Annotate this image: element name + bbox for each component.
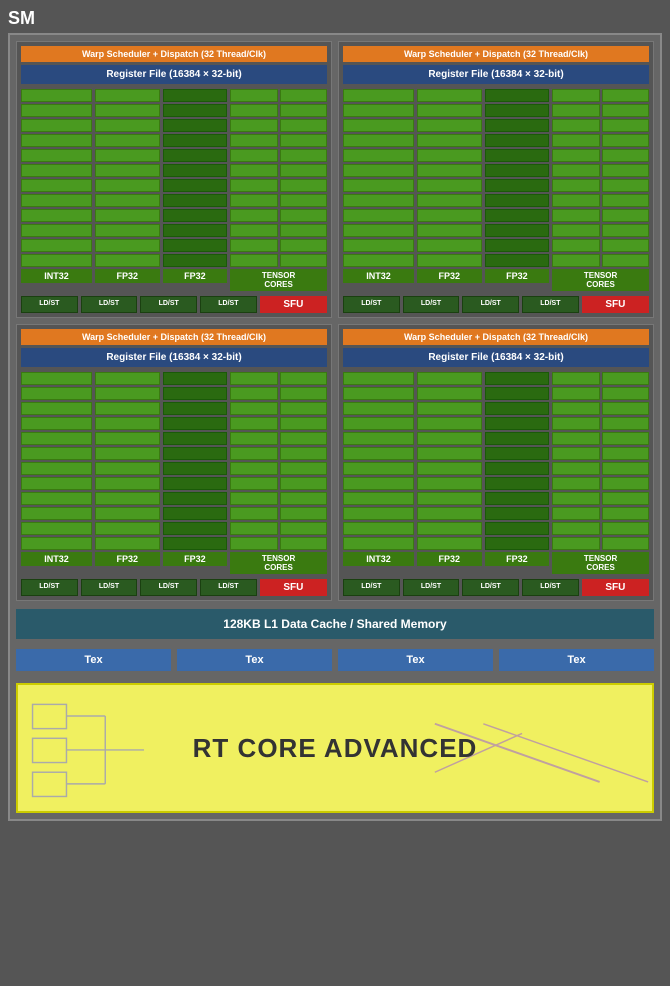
fp32-2-label-br: FP32	[485, 552, 550, 566]
tensor-label-tl: TENSOR CORES	[230, 269, 327, 291]
fp32-2-block-tr: FP32	[485, 89, 550, 291]
quadrant-top-left: Warp Scheduler + Dispatch (32 Thread/Clk…	[16, 41, 332, 318]
int32-block-tr: INT32	[343, 89, 414, 291]
register-file-tl: Register File (16384 × 32-bit)	[21, 65, 327, 84]
bottom-row-br: LD/ST LD/ST LD/ST LD/ST SFU	[343, 579, 649, 596]
warp-scheduler-tr: Warp Scheduler + Dispatch (32 Thread/Clk…	[343, 46, 649, 62]
warp-scheduler-br: Warp Scheduler + Dispatch (32 Thread/Clk…	[343, 329, 649, 345]
sm-label: SM	[8, 8, 662, 29]
fp32-1-block-br: FP32	[417, 372, 482, 574]
bottom-row-bl: LD/ST LD/ST LD/ST LD/ST SFU	[21, 579, 327, 596]
tensor-label-tr: TENSOR CORES	[552, 269, 649, 291]
int32-block-bl: INT32	[21, 372, 92, 574]
tensor-label-bl: TENSOR CORES	[230, 552, 327, 574]
fp32-2-block-tl: FP32	[163, 89, 228, 291]
bottom-row-tl: LD/ST LD/ST LD/ST LD/ST SFU	[21, 296, 327, 313]
fp32-2-label-tr: FP32	[485, 269, 550, 283]
int32-label-tr: INT32	[343, 269, 414, 283]
ldst-1-tl: LD/ST	[21, 296, 78, 313]
rt-core-section: RT CORE ADVANCED	[16, 683, 654, 813]
sfu-br: SFU	[582, 579, 649, 596]
ldst-3-br: LD/ST	[462, 579, 519, 596]
ldst-4-tl: LD/ST	[200, 296, 257, 313]
cores-area-br: INT32	[343, 372, 649, 574]
bottom-quadrant-row: Warp Scheduler + Dispatch (32 Thread/Clk…	[16, 324, 654, 601]
fp32-1-label-tl: FP32	[95, 269, 160, 283]
tensor-block-bl: TENSOR CORES	[230, 372, 327, 574]
cores-area-tl: INT32	[21, 89, 327, 291]
ldst-3-bl: LD/ST	[140, 579, 197, 596]
sfu-tl: SFU	[260, 296, 327, 313]
top-quadrant-row: Warp Scheduler + Dispatch (32 Thread/Clk…	[16, 41, 654, 318]
fp32-2-block-br: FP32	[485, 372, 550, 574]
tensor-label-br: TENSOR CORES	[552, 552, 649, 574]
fp32-1-block-tr: FP32	[417, 89, 482, 291]
int32-block-tl: INT32	[21, 89, 92, 291]
tex-1: Tex	[16, 649, 171, 671]
register-file-br: Register File (16384 × 32-bit)	[343, 348, 649, 367]
tex-2: Tex	[177, 649, 332, 671]
int32-block-br: INT32	[343, 372, 414, 574]
int32-label-bl: INT32	[21, 552, 92, 566]
fp32-2-block-bl: FP32	[163, 372, 228, 574]
ldst-2-br: LD/ST	[403, 579, 460, 596]
tex-row: Tex Tex Tex Tex	[16, 649, 654, 671]
fp32-2-label-bl: FP32	[163, 552, 228, 566]
tensor-block-br: TENSOR CORES	[552, 372, 649, 574]
ldst-1-bl: LD/ST	[21, 579, 78, 596]
fp32-1-label-br: FP32	[417, 552, 482, 566]
tex-3: Tex	[338, 649, 493, 671]
fp32-1-block-bl: FP32	[95, 372, 160, 574]
int32-label-tl: INT32	[21, 269, 92, 283]
ldst-1-br: LD/ST	[343, 579, 400, 596]
l1-cache: 128KB L1 Data Cache / Shared Memory	[16, 609, 654, 639]
tensor-block-tl: TENSOR CORES	[230, 89, 327, 291]
quadrant-bottom-right: Warp Scheduler + Dispatch (32 Thread/Clk…	[338, 324, 654, 601]
tex-4: Tex	[499, 649, 654, 671]
sm-container: Warp Scheduler + Dispatch (32 Thread/Clk…	[8, 33, 662, 821]
ldst-1-tr: LD/ST	[343, 296, 400, 313]
cores-area-tr: INT32	[343, 89, 649, 291]
fp32-2-label-tl: FP32	[163, 269, 228, 283]
register-file-bl: Register File (16384 × 32-bit)	[21, 348, 327, 367]
warp-scheduler-tl: Warp Scheduler + Dispatch (32 Thread/Clk…	[21, 46, 327, 62]
bottom-row-tr: LD/ST LD/ST LD/ST LD/ST SFU	[343, 296, 649, 313]
int32-label-br: INT32	[343, 552, 414, 566]
fp32-1-block-tl: FP32	[95, 89, 160, 291]
quadrant-bottom-left: Warp Scheduler + Dispatch (32 Thread/Clk…	[16, 324, 332, 601]
fp32-1-label-bl: FP32	[95, 552, 160, 566]
ldst-3-tl: LD/ST	[140, 296, 197, 313]
rt-core-label: RT CORE ADVANCED	[193, 733, 478, 764]
ldst-2-tr: LD/ST	[403, 296, 460, 313]
ldst-2-tl: LD/ST	[81, 296, 138, 313]
sfu-tr: SFU	[582, 296, 649, 313]
cores-area-bl: INT32	[21, 372, 327, 574]
sfu-bl: SFU	[260, 579, 327, 596]
tensor-block-tr: TENSOR CORES	[552, 89, 649, 291]
quadrant-top-right: Warp Scheduler + Dispatch (32 Thread/Clk…	[338, 41, 654, 318]
warp-scheduler-bl: Warp Scheduler + Dispatch (32 Thread/Clk…	[21, 329, 327, 345]
ldst-4-tr: LD/ST	[522, 296, 579, 313]
ldst-4-br: LD/ST	[522, 579, 579, 596]
ldst-3-tr: LD/ST	[462, 296, 519, 313]
fp32-1-label-tr: FP32	[417, 269, 482, 283]
ldst-4-bl: LD/ST	[200, 579, 257, 596]
register-file-tr: Register File (16384 × 32-bit)	[343, 65, 649, 84]
ldst-2-bl: LD/ST	[81, 579, 138, 596]
